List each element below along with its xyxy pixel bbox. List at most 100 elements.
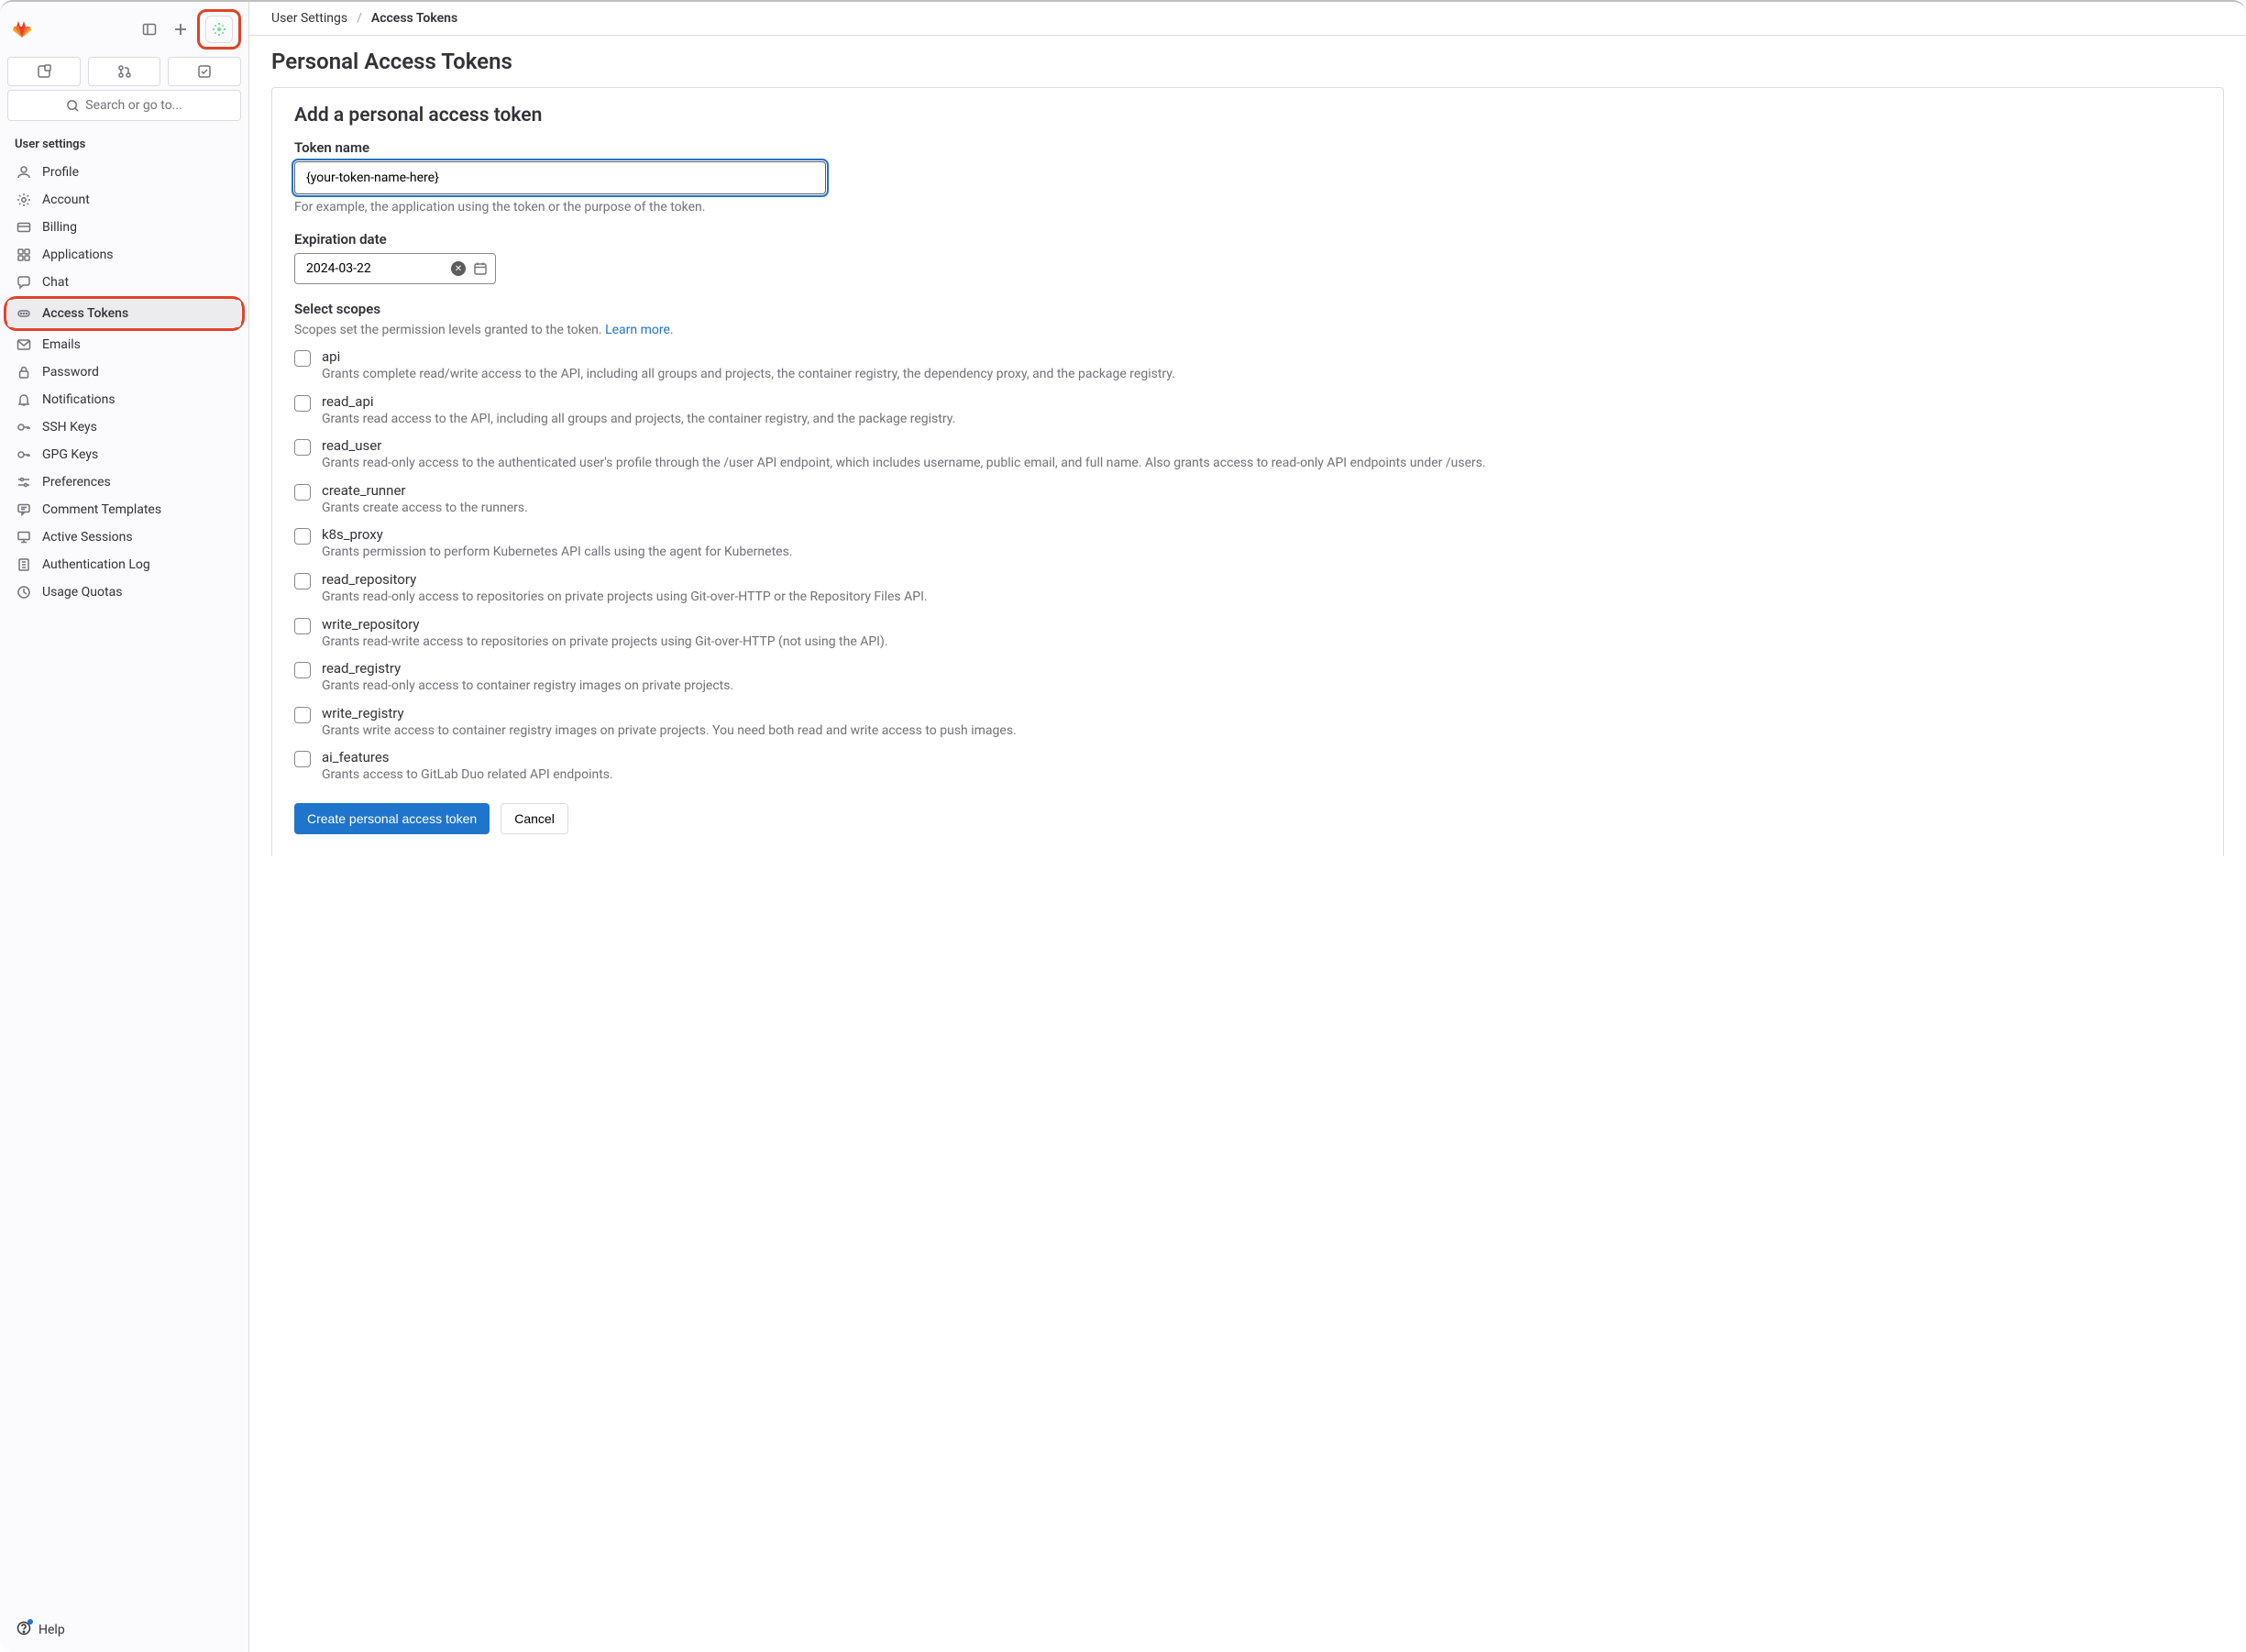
scope-desc: Grants write access to container registr… xyxy=(322,722,2201,741)
sidebar-item-label: Billing xyxy=(42,220,77,235)
gitlab-logo[interactable] xyxy=(11,18,33,40)
scope-text: write_repositoryGrants read-write access… xyxy=(322,616,2201,652)
form-title: Add a personal access token xyxy=(294,105,2201,127)
scope-name: read_api xyxy=(322,393,2201,410)
sidebar-item-notifications[interactable]: Notifications xyxy=(7,386,241,413)
scope-text: read_repositoryGrants read-only access t… xyxy=(322,571,2201,607)
scope-name: read_repository xyxy=(322,571,2201,588)
merge-requests-shortcut[interactable] xyxy=(88,57,161,86)
scope-item-api: apiGrants complete read/write access to … xyxy=(294,348,2201,384)
clear-date-icon[interactable]: ✕ xyxy=(451,261,466,276)
scope-item-write_repository: write_repositoryGrants read-write access… xyxy=(294,616,2201,652)
sidebar-item-ssh-keys[interactable]: SSH Keys xyxy=(7,413,241,441)
scope-checkbox-read_user[interactable] xyxy=(294,439,311,456)
token-name-label: Token name xyxy=(294,139,2201,156)
scope-desc: Grants create access to the runners. xyxy=(322,500,2201,518)
sliders-icon xyxy=(17,475,31,490)
expiration-date-input-wrap: ✕ xyxy=(294,253,496,284)
sidebar-item-billing[interactable]: Billing xyxy=(7,214,241,241)
sidebar-item-label: Profile xyxy=(42,165,79,180)
sidebar-section-header: User settings xyxy=(7,134,241,159)
sidebar-item-profile[interactable]: Profile xyxy=(7,159,241,186)
mail-icon xyxy=(17,337,31,352)
token-name-field: Token name For example, the application … xyxy=(294,139,2201,215)
scope-checkbox-write_registry[interactable] xyxy=(294,707,311,723)
sidebar-item-applications[interactable]: Applications xyxy=(7,241,241,269)
token-name-hint: For example, the application using the t… xyxy=(294,200,2201,215)
scope-checkbox-ai_features[interactable] xyxy=(294,751,311,767)
breadcrumb-current: Access Tokens xyxy=(371,11,457,26)
sidebar-item-label: Comment Templates xyxy=(42,502,161,517)
scope-desc: Grants complete read/write access to the… xyxy=(322,366,2201,384)
expiration-field: Expiration date ✕ xyxy=(294,231,2201,284)
sidebar-item-label: Authentication Log xyxy=(42,557,150,572)
scope-checkbox-write_repository[interactable] xyxy=(294,618,311,634)
main-content: User Settings / Access Tokens Personal A… xyxy=(249,2,2246,1652)
scope-desc: Grants read access to the API, including… xyxy=(322,411,2201,429)
panel-toggle-icon[interactable] xyxy=(135,15,164,44)
ai-sparkle-icon xyxy=(211,21,227,38)
scope-item-read_registry: read_registryGrants read-only access to … xyxy=(294,660,2201,696)
sidebar-item-emails[interactable]: Emails xyxy=(7,331,241,358)
create-token-button[interactable]: Create personal access token xyxy=(294,803,490,834)
search-input[interactable]: Search or go to... xyxy=(7,90,241,121)
scope-item-k8s_proxy: k8s_proxyGrants permission to perform Ku… xyxy=(294,526,2201,562)
search-icon xyxy=(66,99,80,113)
profile-icon xyxy=(17,165,31,180)
plus-icon[interactable] xyxy=(166,15,195,44)
sidebar-item-usage-quotas[interactable]: Usage Quotas xyxy=(7,578,241,606)
sidebar-item-label: Usage Quotas xyxy=(42,585,122,600)
token-name-input[interactable] xyxy=(294,161,826,194)
scopes-learn-more-link[interactable]: Learn more. xyxy=(605,323,674,337)
scope-checkbox-k8s_proxy[interactable] xyxy=(294,528,311,545)
scope-text: read_userGrants read-only access to the … xyxy=(322,437,2201,473)
sidebar-item-access-tokens[interactable]: Access Tokens xyxy=(7,300,241,327)
help-icon xyxy=(17,1621,31,1635)
cancel-button[interactable]: Cancel xyxy=(501,803,568,834)
scope-item-ai_features: ai_featuresGrants access to GitLab Duo r… xyxy=(294,749,2201,785)
scopes-hint: Scopes set the permission levels granted… xyxy=(294,323,605,337)
scope-checkbox-read_repository[interactable] xyxy=(294,573,311,589)
sidebar-item-account[interactable]: Account xyxy=(7,186,241,214)
sidebar: Search or go to... User settings Profile… xyxy=(0,2,249,1652)
scope-item-read_user: read_userGrants read-only access to the … xyxy=(294,437,2201,473)
token-icon xyxy=(17,306,31,321)
expiration-date-input[interactable] xyxy=(306,261,444,276)
ai-assistant-button[interactable] xyxy=(197,9,241,50)
scope-text: read_registryGrants read-only access to … xyxy=(322,660,2201,696)
sidebar-item-active-sessions[interactable]: Active Sessions xyxy=(7,523,241,551)
gear-icon xyxy=(17,193,31,207)
scopes-label: Select scopes xyxy=(294,301,2201,317)
breadcrumb-parent[interactable]: User Settings xyxy=(271,11,347,26)
scope-name: ai_features xyxy=(322,749,2201,765)
scope-checkbox-create_runner[interactable] xyxy=(294,484,311,501)
monitor-icon xyxy=(17,530,31,545)
scope-name: create_runner xyxy=(322,482,2201,499)
sidebar-item-label: Preferences xyxy=(42,475,111,490)
sidebar-item-label: Applications xyxy=(42,248,114,262)
todos-shortcut[interactable] xyxy=(168,57,241,86)
scope-checkbox-api[interactable] xyxy=(294,350,311,367)
sidebar-item-auth-log[interactable]: Authentication Log xyxy=(7,551,241,578)
sidebar-item-label: Password xyxy=(42,365,99,380)
chat-icon xyxy=(17,275,31,290)
sidebar-item-label: Chat xyxy=(42,275,69,290)
sidebar-item-preferences[interactable]: Preferences xyxy=(7,468,241,496)
help-badge-dot xyxy=(17,1621,31,1639)
sidebar-item-chat[interactable]: Chat xyxy=(7,269,241,296)
scope-name: k8s_proxy xyxy=(322,526,2201,543)
sidebar-item-label: Active Sessions xyxy=(42,530,133,545)
issues-shortcut[interactable] xyxy=(7,57,81,86)
sidebar-item-label: Access Tokens xyxy=(42,306,128,321)
sidebar-item-password[interactable]: Password xyxy=(7,358,241,386)
scope-checkbox-read_api[interactable] xyxy=(294,395,311,412)
sidebar-item-label: GPG Keys xyxy=(42,447,98,462)
calendar-icon[interactable] xyxy=(473,261,488,276)
help-link[interactable]: Help xyxy=(7,1615,241,1645)
sidebar-item-comment-templates[interactable]: Comment Templates xyxy=(7,496,241,523)
sidebar-item-gpg-keys[interactable]: GPG Keys xyxy=(7,441,241,468)
scope-desc: Grants read-only access to repositories … xyxy=(322,589,2201,607)
scope-text: write_registryGrants write access to con… xyxy=(322,705,2201,741)
scope-checkbox-read_registry[interactable] xyxy=(294,662,311,678)
apps-icon xyxy=(17,248,31,262)
